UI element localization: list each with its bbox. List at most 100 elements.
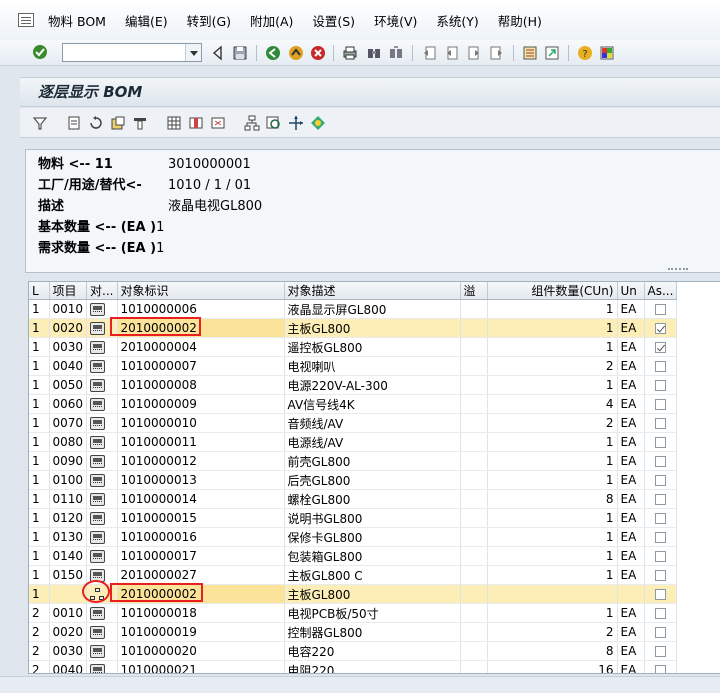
cell-unit[interactable]: EA [617,641,645,661]
cell-quantity[interactable]: 8 [487,489,618,509]
cell-object-desc[interactable]: AV信号线4K [284,394,461,414]
next-page-icon[interactable] [466,45,482,61]
cell-level[interactable]: 1 [29,318,50,338]
cell-object-id[interactable]: 1010000010 [117,413,285,433]
cell-quantity[interactable]: 1 [487,318,618,338]
table-row[interactable]: 1 0050 1010000008 电源220V-AL-300 1 EA [29,375,678,395]
menu-item-edit[interactable]: 编辑(E) [125,11,168,30]
insert-column-icon[interactable] [188,115,204,131]
cell-object-type[interactable] [86,565,118,585]
cell-object-type[interactable] [86,546,118,566]
cell-object-type[interactable] [86,356,118,376]
cell-overflow[interactable] [460,413,488,433]
cell-quantity[interactable]: 1 [487,565,618,585]
cell-assembly[interactable] [644,489,678,509]
cell-level[interactable]: 2 [29,641,50,661]
cell-unit[interactable]: EA [617,318,645,338]
cell-assembly[interactable] [644,432,678,452]
cell-object-id[interactable]: 1010000006 [117,299,285,319]
cell-level[interactable]: 1 [29,546,50,566]
cell-object-type[interactable] [86,584,118,604]
cell-object-type[interactable] [86,337,118,357]
assembly-checkbox[interactable] [654,380,666,391]
cell-unit[interactable]: EA [617,451,645,471]
cell-object-type[interactable] [86,394,118,414]
cell-object-id[interactable]: 1010000007 [117,356,285,376]
cell-assembly[interactable] [644,641,678,661]
cell-item[interactable]: 0010 [49,299,88,319]
menu-item-settings[interactable]: 设置(S) [312,11,355,30]
cell-object-desc[interactable]: 主板GL800 [284,584,461,604]
cell-unit[interactable]: EA [617,565,645,585]
cell-assembly[interactable] [644,565,678,585]
table-row[interactable]: 1 0130 1010000016 保修卡GL800 1 EA [29,527,678,547]
cell-level[interactable]: 1 [29,527,50,547]
material-object-icon[interactable] [90,379,106,392]
assembly-checkbox[interactable] [654,418,666,429]
cell-object-desc[interactable]: 控制器GL800 [284,622,461,642]
menu-item-environment[interactable]: 环境(V) [374,11,417,30]
cell-assembly[interactable] [644,603,678,623]
cell-object-desc[interactable]: 前壳GL800 [284,451,461,471]
find-next-icon[interactable] [388,45,404,61]
menu-item-goto[interactable]: 转到(G) [187,11,231,30]
cell-level[interactable]: 1 [29,432,50,452]
cell-object-desc[interactable]: 说明书GL800 [284,508,461,528]
material-object-icon[interactable] [90,417,106,430]
cell-level[interactable]: 1 [29,565,50,585]
print-icon[interactable] [342,45,358,61]
cell-object-id[interactable]: 1010000021 [117,660,285,673]
cell-level[interactable]: 1 [29,489,50,509]
cell-item[interactable]: 0120 [49,508,88,528]
new-session-icon[interactable] [522,45,538,61]
material-object-icon[interactable] [90,626,106,639]
cell-object-type[interactable] [86,470,118,490]
cell-object-desc[interactable]: 后壳GL800 [284,470,461,490]
cell-unit[interactable]: EA [617,337,645,357]
cell-object-id[interactable]: 1010000015 [117,508,285,528]
cell-object-id[interactable]: 1010000017 [117,546,285,566]
hierarchy-icon[interactable] [244,115,260,131]
material-object-icon[interactable] [90,664,106,673]
cell-quantity[interactable]: 1 [487,337,618,357]
assembly-checkbox[interactable] [654,399,666,410]
cell-item[interactable]: 0110 [49,489,88,509]
table-row[interactable]: 1 2010000002 主板GL800 [29,584,678,604]
cell-unit[interactable]: EA [617,622,645,642]
cell-object-type[interactable] [86,432,118,452]
cell-unit[interactable]: EA [617,375,645,395]
help-icon[interactable]: ? [577,45,593,61]
assembly-checkbox[interactable] [654,627,666,638]
cell-object-type[interactable] [86,508,118,528]
table-row[interactable]: 1 0110 1010000014 螺栓GL800 8 EA [29,489,678,509]
cell-quantity[interactable]: 1 [487,508,618,528]
cell-overflow[interactable] [460,584,488,604]
cell-overflow[interactable] [460,470,488,490]
cell-object-desc[interactable]: 包装箱GL800 [284,546,461,566]
first-page-icon[interactable] [422,45,438,61]
assembly-checkbox[interactable] [654,513,666,524]
cell-level[interactable]: 2 [29,660,50,673]
cell-quantity[interactable]: 2 [487,356,618,376]
cell-overflow[interactable] [460,565,488,585]
command-field[interactable] [62,43,202,62]
cell-unit[interactable]: EA [617,546,645,566]
cell-assembly[interactable] [644,451,678,471]
cell-quantity[interactable]: 1 [487,375,618,395]
filter-icon[interactable] [32,115,48,131]
cell-object-id[interactable]: 1010000013 [117,470,285,490]
export-icon[interactable] [110,115,126,131]
cell-assembly[interactable] [644,660,678,673]
cell-overflow[interactable] [460,375,488,395]
cell-object-type[interactable] [86,375,118,395]
cell-object-id[interactable]: 2010000002 [117,318,285,338]
cell-assembly[interactable] [644,375,678,395]
material-object-icon[interactable] [90,569,106,582]
assembly-checkbox[interactable] [654,456,666,467]
material-object-icon[interactable] [90,550,106,563]
cell-object-type[interactable] [86,451,118,471]
table-row[interactable]: 2 0010 1010000018 电视PCB板/50寸 1 EA [29,603,678,623]
table-row[interactable]: 2 0040 1010000021 电阻220 16 EA [29,660,678,673]
cell-object-type[interactable] [86,413,118,433]
cell-quantity[interactable]: 2 [487,622,618,642]
